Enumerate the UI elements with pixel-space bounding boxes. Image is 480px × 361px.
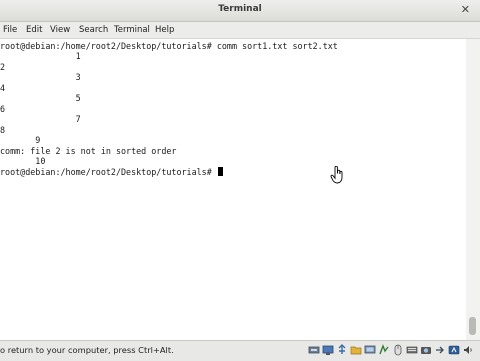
- usb-icon[interactable]: [336, 344, 348, 356]
- host-key-hint: o return to your computer, press Ctrl+Al…: [0, 345, 174, 355]
- menu-view[interactable]: View: [50, 25, 70, 35]
- arrow-icon[interactable]: [434, 344, 446, 356]
- menu-search[interactable]: Search: [79, 25, 108, 35]
- close-icon[interactable]: ✕: [461, 3, 470, 16]
- terminal-line: 4: [0, 83, 6, 93]
- terminal-line: 3: [0, 72, 81, 82]
- network-icon[interactable]: [308, 344, 320, 356]
- folder-icon[interactable]: [350, 344, 362, 356]
- terminal-line: 5: [0, 93, 81, 103]
- terminal-line: 10: [0, 156, 46, 166]
- camera-icon[interactable]: [420, 344, 432, 356]
- menu-file[interactable]: File: [3, 25, 17, 35]
- menu-bar: File Edit View Search Terminal Help: [0, 22, 480, 39]
- menu-terminal[interactable]: Terminal: [114, 25, 150, 35]
- terminal-prompt-line: root@debian:/home/root2/Desktop/tutorial…: [0, 167, 223, 177]
- vm-status-bar: o return to your computer, press Ctrl+Al…: [0, 340, 480, 361]
- terminal-line: 7: [0, 114, 81, 124]
- terminal-line: 8: [0, 125, 6, 135]
- terminal-line: comm: file 2 is not in sorted order: [0, 146, 177, 156]
- terminal-output[interactable]: root@debian:/home/root2/Desktop/tutorial…: [0, 39, 466, 340]
- terminal-line: 2: [0, 62, 6, 72]
- terminal-line: 6: [0, 104, 6, 114]
- keyboard-icon[interactable]: [406, 344, 418, 356]
- window-title: Terminal: [218, 4, 262, 14]
- terminal-line: 9: [0, 135, 41, 145]
- audio-icon[interactable]: [462, 344, 474, 356]
- host-key-icon[interactable]: [448, 344, 460, 356]
- scrollbar-thumb[interactable]: [469, 317, 476, 335]
- window-titlebar[interactable]: Terminal ✕: [0, 0, 480, 22]
- monitor-icon[interactable]: [364, 344, 376, 356]
- mouse-icon[interactable]: [392, 344, 404, 356]
- terminal-prompt: root@debian:/home/root2/Desktop/tutorial…: [0, 167, 217, 177]
- menu-edit[interactable]: Edit: [26, 25, 42, 35]
- text-cursor: [217, 167, 223, 176]
- terminal-line: 1: [0, 51, 81, 61]
- mouse-pointer-icon: [330, 165, 344, 188]
- display-icon[interactable]: [322, 344, 334, 356]
- terminal-line: root@debian:/home/root2/Desktop/tutorial…: [0, 41, 338, 51]
- menu-help[interactable]: Help: [155, 25, 174, 35]
- scrollbar[interactable]: [466, 39, 480, 340]
- share-icon[interactable]: [378, 344, 390, 356]
